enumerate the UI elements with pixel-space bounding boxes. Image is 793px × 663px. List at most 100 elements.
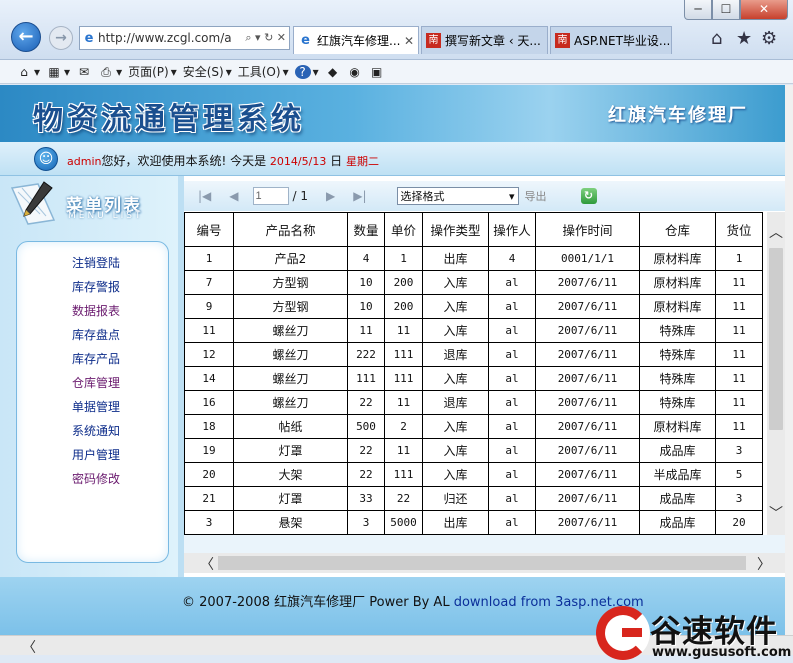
table-row[interactable]: 12 螺丝刀 222 111 退库 al 2007/6/11 特殊库 11 <box>184 342 763 367</box>
prev-page-icon[interactable]: ◀ <box>229 189 238 203</box>
safety-menu-label: 安全(S) <box>182 65 224 79</box>
gear-icon[interactable]: ⚙ <box>761 28 777 49</box>
close-tab-icon[interactable]: ✕ <box>404 34 414 48</box>
table-cell: 出库 <box>422 246 489 271</box>
tab-active[interactable]: e 红旗汽车修理... ✕ <box>293 26 419 54</box>
rss-icon: ▦ <box>48 64 60 79</box>
extension-button[interactable]: ▣ <box>369 65 385 79</box>
scroll-right-icon[interactable]: 〉 <box>755 554 773 574</box>
col-header[interactable]: 操作类型 <box>422 212 489 247</box>
table-row[interactable]: 9 方型钢 10 200 入库 al 2007/6/11 原材料库 11 <box>184 294 763 319</box>
table-cell: 19 <box>184 438 234 463</box>
table-row[interactable]: 20 大架 22 111 入库 al 2007/6/11 半成品库 5 <box>184 462 763 487</box>
close-window-button[interactable]: ✕ <box>740 0 788 20</box>
home-icon[interactable]: ⌂ <box>711 28 722 49</box>
last-page-icon[interactable]: ▶| <box>353 189 366 203</box>
minimize-button[interactable]: ─ <box>684 0 712 20</box>
table-cell: 2007/6/11 <box>535 486 640 511</box>
col-header[interactable]: 货位 <box>715 212 763 247</box>
table-cell: 悬架 <box>233 510 348 535</box>
horizontal-scroll-thumb[interactable] <box>218 556 746 570</box>
table-cell: 螺丝刀 <box>233 366 348 391</box>
table-row[interactable]: 14 螺丝刀 111 111 入库 al 2007/6/11 特殊库 11 <box>184 366 763 391</box>
home-icon: ⌂ <box>20 64 28 79</box>
menu-item-document-management[interactable]: 单据管理 <box>72 400 120 424</box>
scroll-up-icon[interactable]: ︿ <box>767 222 785 242</box>
table-cell: 2007/6/11 <box>535 318 640 343</box>
table-cell: 特殊库 <box>639 318 716 343</box>
feeds-menu[interactable]: ▦ ▾ <box>46 65 70 79</box>
format-select[interactable]: 选择格式 ▾ <box>396 187 519 205</box>
table-row[interactable]: 3 悬架 3 5000 出库 al 2007/6/11 成品库 20 <box>184 510 763 535</box>
format-select-value: 选择格式 <box>400 190 445 203</box>
menu-item-stock-alert[interactable]: 库存警报 <box>72 280 120 304</box>
maximize-button[interactable]: ☐ <box>712 0 740 20</box>
table-row[interactable]: 1 产品2 4 1 出库 4 0001/1/1 原材料库 1 <box>184 246 763 271</box>
col-header[interactable]: 操作时间 <box>535 212 640 247</box>
data-grid: 编号 产品名称 数量 单价 操作类型 操作人 操作时间 仓库 货位 1 产品2 4 1… <box>184 212 767 535</box>
table-cell: 2007/6/11 <box>535 390 640 415</box>
next-page-icon[interactable]: ▶ <box>326 189 335 203</box>
help-menu[interactable]: ? ▾ <box>294 64 319 79</box>
menu-item-data-report[interactable]: 数据报表 <box>72 304 120 328</box>
forward-button[interactable]: → <box>49 26 73 50</box>
col-header[interactable]: 操作人 <box>488 212 536 247</box>
menu-item-change-password[interactable]: 密码修改 <box>72 472 120 496</box>
scroll-left-icon[interactable]: 〈 <box>198 554 216 574</box>
table-cell: al <box>488 486 536 511</box>
table-row[interactable]: 16 螺丝刀 22 11 退库 al 2007/6/11 特殊库 11 <box>184 390 763 415</box>
greeting: 您好，欢迎使用本系统! 今天是 <box>101 154 270 168</box>
address-controls[interactable]: ⌕ ▾ ↻ ✕ <box>243 31 289 45</box>
table-cell: 4 <box>347 246 385 271</box>
chevron-down-icon: ▾ <box>509 189 515 203</box>
table-cell: 1 <box>715 246 763 271</box>
col-header[interactable]: 编号 <box>184 212 234 247</box>
menu-item-system-notice[interactable]: 系统通知 <box>72 424 120 448</box>
tab-aspnet[interactable]: 南 ASP.NET毕业设... <box>550 26 672 54</box>
menu-item-inventory-check[interactable]: 库存盘点 <box>72 328 120 352</box>
table-row[interactable]: 19 灯罩 22 11 入库 al 2007/6/11 成品库 3 <box>184 438 763 463</box>
col-header[interactable]: 产品名称 <box>233 212 348 247</box>
col-header[interactable]: 单价 <box>384 212 423 247</box>
vertical-scroll-thumb[interactable] <box>769 248 783 430</box>
back-button[interactable]: ← <box>11 22 41 52</box>
research-button[interactable]: ◆ <box>325 65 341 79</box>
tools-menu[interactable]: 工具(O) ▾ <box>238 63 289 80</box>
page-number-input[interactable] <box>252 187 289 205</box>
first-page-icon[interactable]: |◀ <box>198 189 211 203</box>
refresh-icon[interactable]: ↻ <box>580 188 597 204</box>
col-header[interactable]: 数量 <box>347 212 385 247</box>
scroll-left-icon[interactable]: 〈 <box>20 637 38 657</box>
mail-button[interactable]: ✉ <box>76 65 92 79</box>
table-cell: 3 <box>715 486 763 511</box>
table-cell: 22 <box>347 390 385 415</box>
table-row[interactable]: 7 方型钢 10 200 入库 al 2007/6/11 原材料库 11 <box>184 270 763 295</box>
scroll-down-icon[interactable]: ﹀ <box>767 503 785 523</box>
col-header[interactable]: 仓库 <box>639 212 716 247</box>
print-menu[interactable]: ⎙ ▾ <box>98 65 122 79</box>
table-cell: 14 <box>184 366 234 391</box>
table-row[interactable]: 21 灯罩 33 22 归还 al 2007/6/11 成品库 3 <box>184 486 763 511</box>
menu-item-stock-products[interactable]: 库存产品 <box>72 352 120 376</box>
page-menu[interactable]: 页面(P) ▾ <box>128 63 177 80</box>
menu-item-user-management[interactable]: 用户管理 <box>72 448 120 472</box>
export-button[interactable]: 导出 <box>525 188 547 204</box>
home-menu[interactable]: ⌂ ▾ <box>16 65 40 79</box>
table-cell: 入库 <box>422 366 489 391</box>
ie-icon: e <box>301 33 310 48</box>
address-bar[interactable]: e http://www.zcgl.com/a ⌕ ▾ ↻ ✕ <box>79 26 290 50</box>
address-url[interactable]: http://www.zcgl.com/a <box>98 31 243 45</box>
table-cell: 222 <box>347 342 385 367</box>
safety-menu[interactable]: 安全(S) ▾ <box>183 63 232 80</box>
tab-write-article[interactable]: 南 撰写新文章 ‹ 天... <box>421 26 548 54</box>
system-title: 物资流通管理系统 <box>33 102 305 137</box>
table-row[interactable]: 11 螺丝刀 11 11 入库 al 2007/6/11 特殊库 11 <box>184 318 763 343</box>
table-cell: 0001/1/1 <box>535 246 640 271</box>
menu-item-warehouse-management[interactable]: 仓库管理 <box>72 376 120 400</box>
tab-label: 撰写新文章 ‹ 天... <box>445 34 541 48</box>
menu-item-logout[interactable]: 注销登陆 <box>72 256 120 280</box>
table-cell: 111 <box>384 342 423 367</box>
messenger-button[interactable]: ◉ <box>347 65 363 79</box>
table-row[interactable]: 18 帖纸 500 2 入库 al 2007/6/11 原材料库 11 <box>184 414 763 439</box>
favorites-icon[interactable]: ★ <box>736 28 752 49</box>
